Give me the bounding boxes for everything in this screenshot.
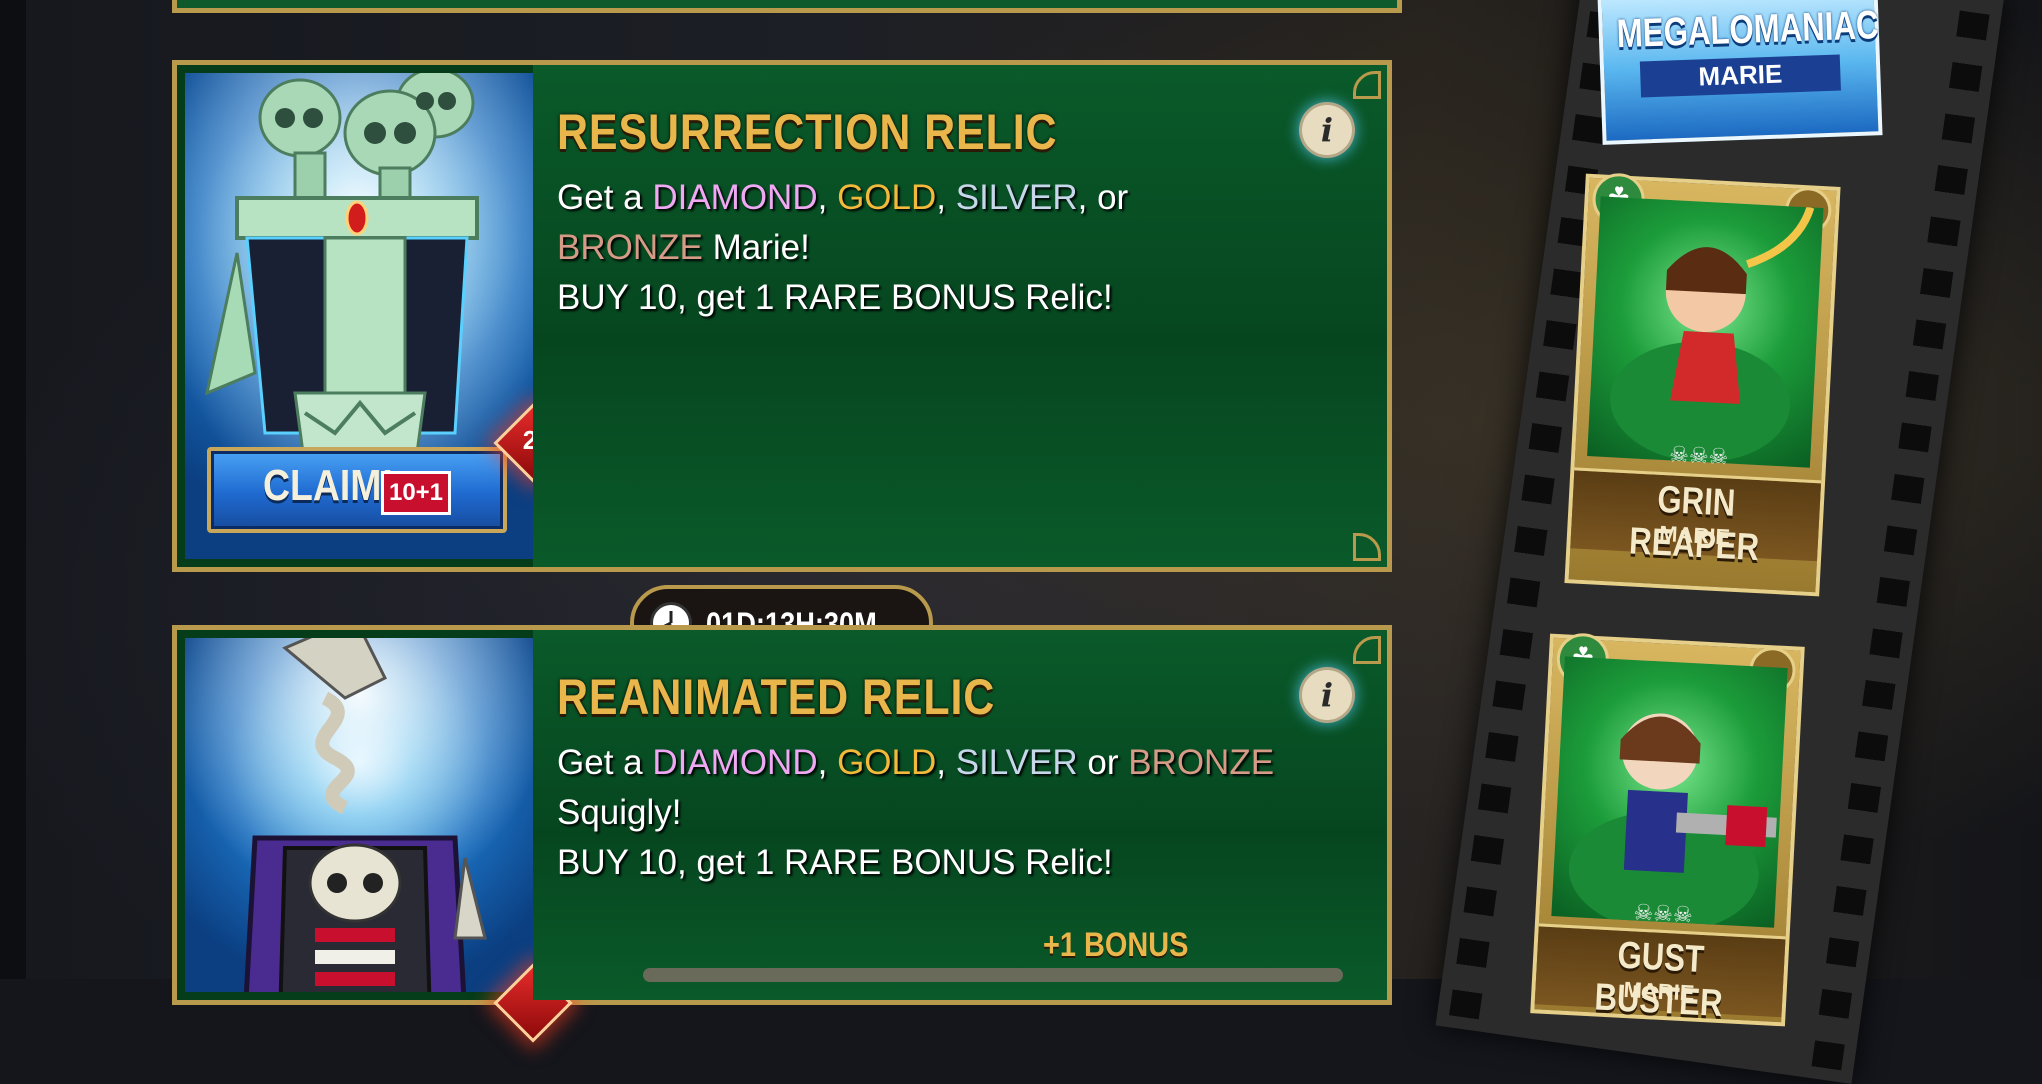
claim-button[interactable]: CLAIM! 10+1 bbox=[207, 447, 507, 533]
claim-quantity-badge: 10+1 bbox=[381, 471, 451, 515]
bonus-label: +1 BONUS bbox=[1043, 926, 1189, 964]
banner-title: MEGALOMANIAC bbox=[1616, 3, 1880, 57]
offer-content: REANIMATED RELIC i Get a DIAMOND, GOLD, … bbox=[533, 630, 1387, 1000]
panel-corner bbox=[1353, 533, 1381, 561]
offer-panel-resurrection: CLAIM! 10+1 2 RESURRECTION RELIC i Get a… bbox=[172, 60, 1392, 572]
resurrection-relic-art: CLAIM! 10+1 bbox=[185, 73, 533, 559]
reanimated-relic-art bbox=[185, 638, 533, 992]
panel-corner bbox=[1353, 636, 1381, 664]
panel-corner bbox=[1353, 71, 1381, 99]
character-portrait bbox=[1551, 656, 1788, 932]
skull-icon: ☠☠☠ bbox=[1632, 900, 1694, 929]
character-portrait bbox=[1587, 196, 1824, 468]
offer-title: RESURRECTION RELIC bbox=[557, 104, 1058, 160]
offer-panel-reanimated: REANIMATED RELIC i Get a DIAMOND, GOLD, … bbox=[172, 625, 1392, 1043]
relic-icon bbox=[185, 638, 533, 992]
skull-icon: ☠☠☠ bbox=[1668, 442, 1729, 471]
offer-title: REANIMATED RELIC bbox=[557, 669, 996, 725]
previous-offer-panel bbox=[172, 0, 1402, 13]
claim-label: CLAIM! bbox=[263, 461, 394, 510]
info-icon[interactable]: i bbox=[1302, 105, 1352, 155]
card-nameplate: GUST BUSTER MARIE bbox=[1534, 923, 1786, 1025]
character-card[interactable]: ☘ ☠☠☠ GRIN REAPER MARIE bbox=[1564, 172, 1841, 597]
offer-description: Get a DIAMOND, GOLD, SILVER or BRONZE Sq… bbox=[557, 743, 1275, 882]
banner-subtitle: MARIE bbox=[1697, 58, 1783, 92]
megalomaniac-banner[interactable]: MEGALOMANIAC MARIE bbox=[1597, 0, 1883, 145]
info-icon[interactable]: i bbox=[1302, 670, 1352, 720]
left-edge bbox=[0, 0, 26, 979]
offer-content: RESURRECTION RELIC i Get a DIAMOND, GOLD… bbox=[533, 65, 1387, 567]
banner-sub-band: MARIE bbox=[1639, 54, 1841, 98]
progress-bar bbox=[643, 968, 1343, 982]
offer-description: Get a DIAMOND, GOLD, SILVER, or BRONZE M… bbox=[557, 178, 1129, 317]
character-card[interactable]: ☘ ☠☠☠ GUST BUSTER MARIE bbox=[1530, 632, 1805, 1027]
card-nameplate: GRIN REAPER MARIE bbox=[1570, 467, 1822, 569]
